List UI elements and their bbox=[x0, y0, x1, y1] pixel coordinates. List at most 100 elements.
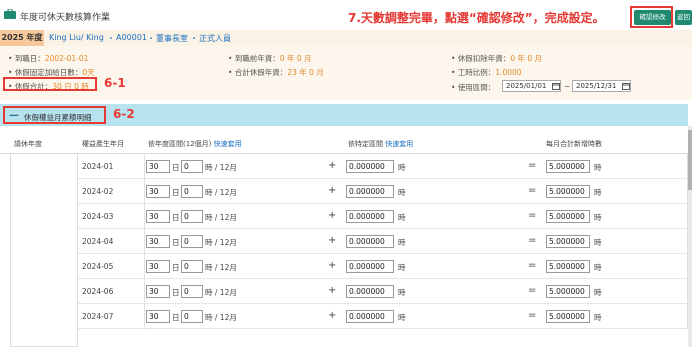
days-input[interactable]: 30 bbox=[146, 185, 170, 198]
monthly-total-input[interactable]: 5.000000 bbox=[546, 235, 590, 248]
days-input[interactable]: 30 bbox=[146, 285, 170, 298]
table-row: 2024-03 30 日 0 時 / 12月 +0.000000 時 = 5.000000 時 bbox=[78, 204, 688, 229]
hour-unit: 時 bbox=[398, 288, 406, 297]
day-unit: 日 bbox=[172, 288, 180, 297]
month-cell: 2024-05 bbox=[82, 262, 114, 271]
hours-input[interactable]: 0 bbox=[181, 235, 203, 248]
table-row: 2024-01 30 日 0 時 / 12月 +0.000000 時 = 5.000000 時 bbox=[78, 154, 688, 179]
year-badge: 2025 年度 bbox=[0, 30, 44, 46]
employee-code: A00001 bbox=[116, 33, 147, 42]
day-unit: 日 bbox=[172, 238, 180, 247]
leave-year-cell bbox=[10, 154, 78, 347]
monthly-total-input[interactable]: 5.000000 bbox=[546, 260, 590, 273]
special-hours-input[interactable]: 0.000000 bbox=[346, 260, 394, 273]
section-highlight-box bbox=[3, 106, 106, 124]
month-cell: 2024-01 bbox=[82, 162, 114, 171]
monthly-total-input[interactable]: 5.000000 bbox=[546, 185, 590, 198]
hour-per-12-unit: 時 / 12月 bbox=[205, 313, 237, 322]
special-hours-input[interactable]: 0.000000 bbox=[346, 285, 394, 298]
equals-sign: = bbox=[528, 310, 537, 321]
hour-per-12-unit: 時 / 12月 bbox=[205, 263, 237, 272]
col-total-header: 每月合計新增時數 bbox=[546, 140, 602, 148]
plus-sign: + bbox=[328, 235, 337, 246]
hour-per-12-unit: 時 / 12月 bbox=[205, 238, 237, 247]
days-input[interactable]: 30 bbox=[146, 260, 170, 273]
hour-unit: 時 bbox=[398, 188, 406, 197]
hours-input[interactable]: 0 bbox=[181, 160, 203, 173]
back-button[interactable]: 返回 bbox=[675, 10, 692, 25]
plus-sign: + bbox=[328, 310, 337, 321]
plus-sign: + bbox=[328, 285, 337, 296]
monthly-total-input[interactable]: 5.000000 bbox=[546, 160, 590, 173]
equals-sign: = bbox=[528, 185, 537, 196]
leave-total-highlight-box bbox=[3, 77, 97, 91]
hours-input[interactable]: 0 bbox=[181, 285, 203, 298]
range-tilde: ~ bbox=[564, 82, 571, 91]
usage-range-label: • 使用區間： bbox=[451, 83, 496, 92]
calendar-icon[interactable] bbox=[622, 82, 630, 90]
hour-unit: 時 bbox=[594, 313, 602, 322]
confirm-highlight-box bbox=[630, 6, 673, 28]
hour-per-12-unit: 時 / 12月 bbox=[205, 213, 237, 222]
day-unit: 日 bbox=[172, 313, 180, 322]
hour-per-12-unit: 時 / 12月 bbox=[205, 288, 237, 297]
equals-sign: = bbox=[528, 260, 537, 271]
calendar-icon[interactable] bbox=[552, 82, 560, 90]
days-input[interactable]: 30 bbox=[146, 235, 170, 248]
hour-per-12-unit: 時 / 12月 bbox=[205, 188, 237, 197]
monthly-total-input[interactable]: 5.000000 bbox=[546, 285, 590, 298]
month-cell: 2024-07 bbox=[82, 312, 114, 321]
column-divider bbox=[144, 179, 145, 204]
month-cell: 2024-04 bbox=[82, 237, 114, 246]
hour-unit: 時 bbox=[594, 188, 602, 197]
hour-unit: 時 bbox=[594, 163, 602, 172]
hour-unit: 時 bbox=[398, 213, 406, 222]
annual-quick-apply-link[interactable]: 快速套用 bbox=[214, 140, 242, 148]
separator: ・ bbox=[147, 34, 155, 43]
special-hours-input[interactable]: 0.000000 bbox=[346, 235, 394, 248]
table-row: 2024-05 30 日 0 時 / 12月 +0.000000 時 = 5.000000 時 bbox=[78, 254, 688, 279]
column-divider bbox=[144, 154, 145, 179]
special-quick-apply-link[interactable]: 快速套用 bbox=[385, 140, 413, 148]
monthly-total-input[interactable]: 5.000000 bbox=[546, 210, 590, 223]
hour-unit: 時 bbox=[398, 313, 406, 322]
special-hours-input[interactable]: 0.000000 bbox=[346, 185, 394, 198]
day-unit: 日 bbox=[172, 263, 180, 272]
table-row: 2024-04 30 日 0 時 / 12月 +0.000000 時 = 5.000000 時 bbox=[78, 229, 688, 254]
hours-input[interactable]: 0 bbox=[181, 260, 203, 273]
days-input[interactable]: 30 bbox=[146, 310, 170, 323]
hours-input[interactable]: 0 bbox=[181, 185, 203, 198]
column-divider bbox=[144, 279, 145, 304]
col-special-header: 依特定區間 快速套用 bbox=[348, 140, 414, 148]
equals-sign: = bbox=[528, 210, 537, 221]
days-input[interactable]: 30 bbox=[146, 160, 170, 173]
col-annual-header: 依年度區間(12個月) 快速套用 bbox=[148, 140, 242, 148]
employee-name: King Liu/ King bbox=[49, 33, 104, 42]
hour-unit: 時 bbox=[594, 263, 602, 272]
day-unit: 日 bbox=[172, 188, 180, 197]
column-divider bbox=[144, 254, 145, 279]
equals-sign: = bbox=[528, 160, 537, 171]
hours-input[interactable]: 0 bbox=[181, 310, 203, 323]
hour-unit: 時 bbox=[398, 238, 406, 247]
employee-type: 正式人員 bbox=[199, 34, 231, 43]
combined-seniority-row: • 合計休假年資：23 年 0 月 bbox=[228, 68, 324, 77]
table-row: 2024-02 30 日 0 時 / 12月 +0.000000 時 = 5.000000 時 bbox=[78, 179, 688, 204]
prior-seniority-row: • 到職前年資：0 年 0 月 bbox=[228, 54, 312, 63]
hour-per-12-unit: 時 / 12月 bbox=[205, 163, 237, 172]
day-unit: 日 bbox=[172, 163, 180, 172]
work-ratio-row: • 工時比例：1.0000 bbox=[451, 68, 522, 77]
special-hours-input[interactable]: 0.000000 bbox=[346, 210, 394, 223]
special-hours-input[interactable]: 0.000000 bbox=[346, 310, 394, 323]
employee-dept: 董事長室 bbox=[156, 34, 188, 43]
hours-input[interactable]: 0 bbox=[181, 210, 203, 223]
col-year-header: 請休年度 bbox=[14, 140, 42, 148]
days-input[interactable]: 30 bbox=[146, 210, 170, 223]
month-cell: 2024-06 bbox=[82, 287, 114, 296]
equals-sign: = bbox=[528, 285, 537, 296]
plus-sign: + bbox=[328, 185, 337, 196]
scrollbar-thumb[interactable] bbox=[688, 130, 692, 190]
monthly-total-input[interactable]: 5.000000 bbox=[546, 310, 590, 323]
special-hours-input[interactable]: 0.000000 bbox=[346, 160, 394, 173]
deduct-seniority-row: • 休假扣除年資：0 年 0 月 bbox=[451, 54, 543, 63]
